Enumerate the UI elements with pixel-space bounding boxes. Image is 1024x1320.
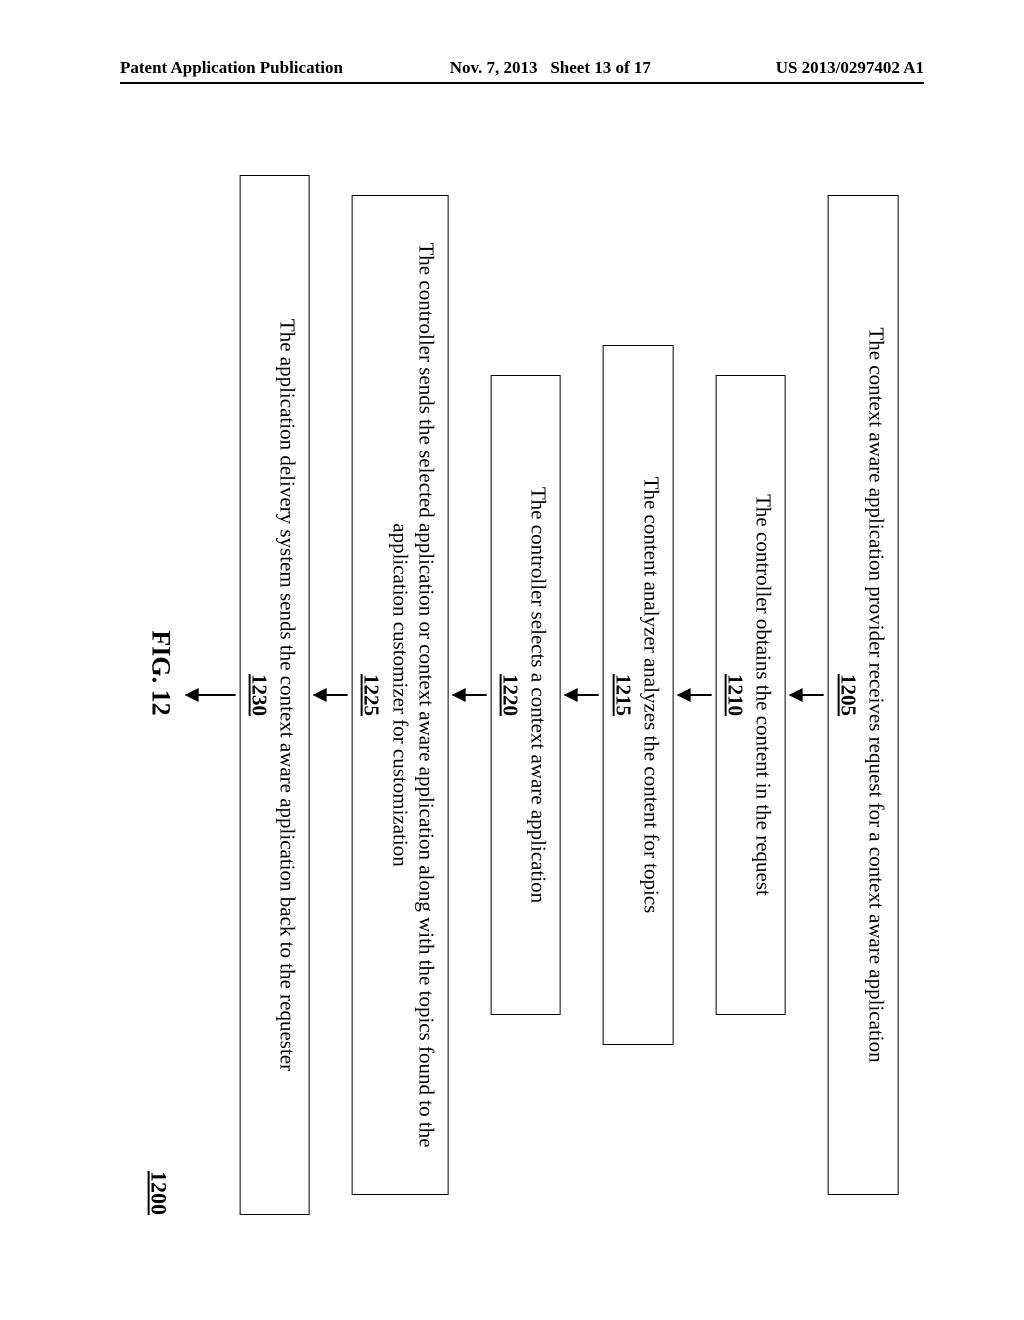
header-pub-number: US 2013/0297402 A1 [776,58,924,78]
header-center: Nov. 7, 2013 Sheet 13 of 17 [343,58,758,78]
flow-arrow [678,694,712,696]
flow-arrow-end [185,694,235,696]
flow-step-ref: 1230 [246,198,272,1192]
flow-arrow [314,694,348,696]
flow-column: The context aware application provider r… [145,165,898,1225]
drawing-sheet: The context aware application provider r… [120,130,924,1260]
flow-step-ref: 1205 [835,218,861,1172]
figure-caption: FIG. 12 [145,175,175,1171]
flow-step-text: The application delivery system sends th… [276,319,300,1071]
flow-step-1215: The content analyzer analyzes the conten… [603,345,674,1045]
header-publication-label: Patent Application Publication [120,58,343,78]
flow-step-1225: The controller sends the selected applic… [352,195,449,1195]
flow-step-1220: The controller selects a context aware a… [491,375,562,1015]
flowchart: The context aware application provider r… [145,165,898,1225]
flow-arrow [565,694,599,696]
flow-step-text: The controller sends the selected applic… [388,242,438,1147]
flow-step-text: The controller obtains the content in th… [752,494,776,896]
flow-step-ref: 1215 [610,368,636,1022]
rotated-container: The context aware application provider r… [120,130,924,1260]
flow-step-ref: 1220 [498,398,524,992]
flow-step-1230: The application delivery system sends th… [239,175,310,1215]
header-date: Nov. 7, 2013 [450,58,538,77]
page-header: Patent Application Publication Nov. 7, 2… [120,54,924,84]
flow-arrow [453,694,487,696]
flow-step-text: The content analyzer analyzes the conten… [640,477,664,914]
figure-footer: FIG. 12 1200 [145,175,175,1215]
header-sheet: Sheet 13 of 17 [550,58,651,77]
flow-step-1210: The controller obtains the content in th… [716,375,787,1015]
flow-step-ref: 1210 [723,398,749,992]
flow-step-1205: The context aware application provider r… [828,195,899,1195]
flow-step-text: The controller selects a context aware a… [527,487,551,903]
figure-reference-number: 1200 [145,1171,171,1215]
flow-arrow [790,694,824,696]
flow-step-ref: 1225 [359,218,385,1172]
patent-page: Patent Application Publication Nov. 7, 2… [0,0,1024,1320]
flow-step-text: The context aware application provider r… [865,327,889,1062]
